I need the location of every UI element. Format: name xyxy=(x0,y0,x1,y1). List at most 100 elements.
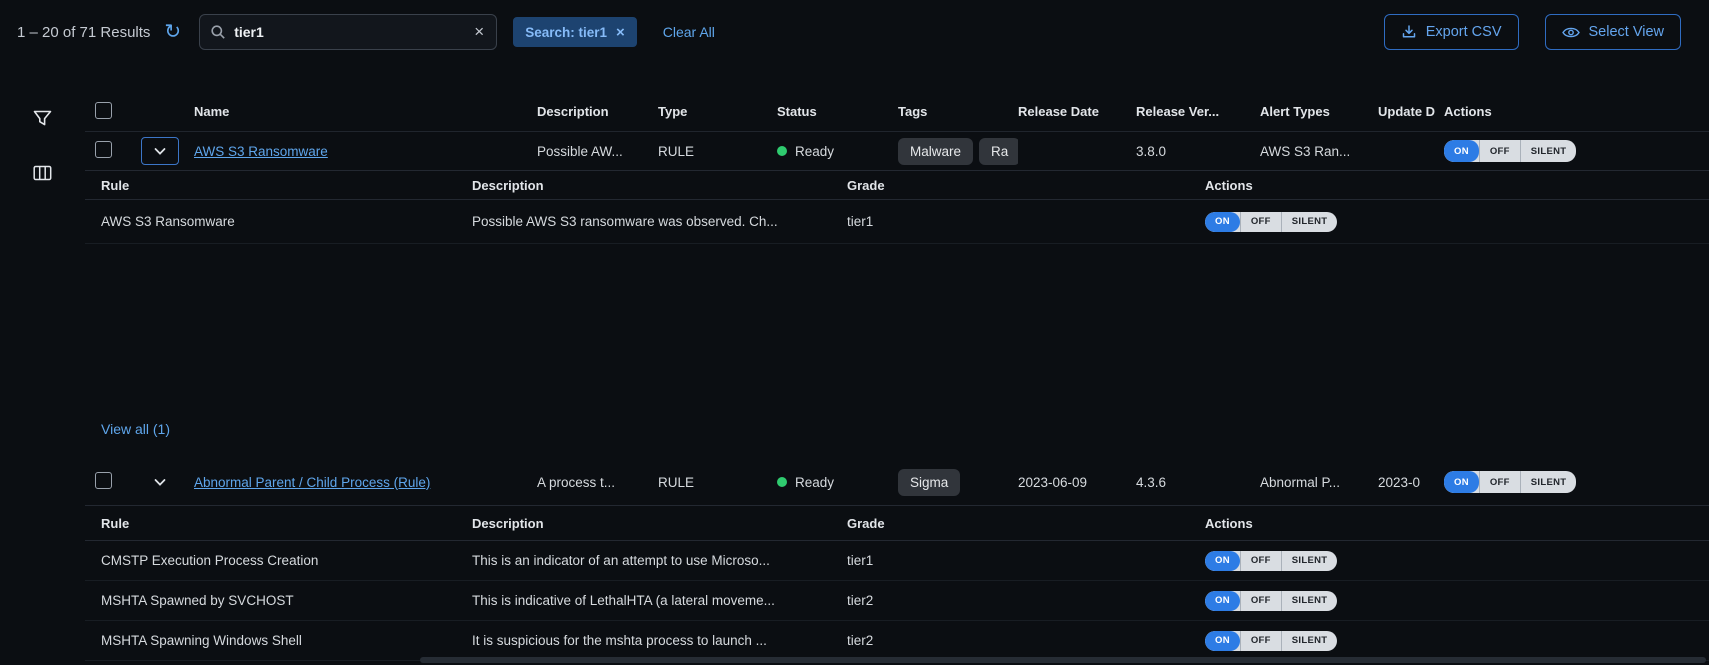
collapse-row-button[interactable] xyxy=(141,468,179,496)
sub-rule-description: Possible AWS S3 ransomware was observed.… xyxy=(472,214,847,229)
export-csv-button[interactable]: Export CSV xyxy=(1384,14,1519,50)
toggle-silent-button[interactable]: SILENT xyxy=(1281,551,1338,571)
rule-name-link[interactable]: Abnormal Parent / Child Process (Rule) xyxy=(194,475,430,490)
column-header-release-date[interactable]: Release Date xyxy=(1018,104,1136,119)
column-header-description[interactable]: Description xyxy=(537,104,658,119)
rule-name-link[interactable]: AWS S3 Ransomware xyxy=(194,144,328,159)
toggle-on-button[interactable]: ON xyxy=(1205,591,1240,611)
rule-status: Ready xyxy=(777,144,898,159)
results-count: 1 – 20 of 71 Results xyxy=(17,24,150,41)
scrollbar-thumb[interactable] xyxy=(420,657,1706,663)
toggle-silent-button[interactable]: SILENT xyxy=(1281,591,1338,611)
column-header-alert-types[interactable]: Alert Types xyxy=(1260,104,1378,119)
horizontal-scrollbar[interactable] xyxy=(85,655,1709,665)
toggle-off-button[interactable]: OFF xyxy=(1479,140,1520,162)
table-row: AWS S3 Ransomware Possible AW... RULE Re… xyxy=(85,132,1709,170)
chevron-down-icon xyxy=(154,147,166,156)
row-checkbox[interactable] xyxy=(95,141,112,158)
sub-rule-grade: tier1 xyxy=(847,553,1205,568)
row-checkbox[interactable] xyxy=(95,472,112,489)
column-header-release-version[interactable]: Release Ver... xyxy=(1136,104,1260,119)
toggle-off-button[interactable]: OFF xyxy=(1240,631,1281,651)
table-tools-sidebar xyxy=(0,64,85,661)
sub-rule-row: AWS S3 Ransomware Possible AWS S3 ransom… xyxy=(85,200,1709,244)
rule-description: A process t... xyxy=(537,475,658,490)
eye-icon xyxy=(1562,26,1580,39)
status-label: Ready xyxy=(795,144,834,159)
column-header-tags[interactable]: Tags xyxy=(898,104,1018,119)
collapse-row-button[interactable] xyxy=(141,137,179,165)
sub-rule-name: AWS S3 Ransomware xyxy=(101,214,472,229)
content-area: Name Description Type Status Tags Releas… xyxy=(0,64,1709,661)
column-header-status[interactable]: Status xyxy=(777,104,898,119)
sub-rule-row: CMSTP Execution Process Creation This is… xyxy=(85,541,1709,581)
clear-all-link[interactable]: Clear All xyxy=(663,24,715,40)
export-csv-label: Export CSV xyxy=(1426,24,1502,40)
toggle-on-button[interactable]: ON xyxy=(1444,140,1479,162)
toggle-off-button[interactable]: OFF xyxy=(1240,551,1281,571)
toggle-silent-button[interactable]: SILENT xyxy=(1520,471,1577,493)
sub-column-header-rule: Rule xyxy=(101,178,472,193)
update-date: 2023-0 xyxy=(1378,475,1444,490)
alert-types: Abnormal P... xyxy=(1260,475,1378,490)
rule-tags: Sigma xyxy=(898,469,1018,496)
view-all-link[interactable]: View all (1) xyxy=(101,421,170,441)
sub-column-header-actions: Actions xyxy=(1205,178,1709,193)
rule-type: RULE xyxy=(658,144,777,159)
tag-chip[interactable]: Sigma xyxy=(898,469,960,496)
toggle-off-button[interactable]: OFF xyxy=(1479,471,1520,493)
tag-chip[interactable]: Malware xyxy=(898,138,973,165)
release-version: 3.8.0 xyxy=(1136,144,1260,159)
column-header-name[interactable]: Name xyxy=(194,104,537,119)
search-input[interactable] xyxy=(234,24,472,40)
toolbar: 1 – 20 of 71 Results ↻ × Search: tier1 ×… xyxy=(0,0,1709,64)
rule-type: RULE xyxy=(658,475,777,490)
toggle-on-button[interactable]: ON xyxy=(1444,471,1479,493)
sub-rule-description: It is suspicious for the mshta process t… xyxy=(472,633,847,648)
column-header-type[interactable]: Type xyxy=(658,104,777,119)
rules-table: Name Description Type Status Tags Releas… xyxy=(85,64,1709,661)
table-row: Abnormal Parent / Child Process (Rule) A… xyxy=(85,459,1709,505)
sub-column-header-grade: Grade xyxy=(847,178,1205,193)
clear-search-icon[interactable]: × xyxy=(472,22,486,42)
tag-chip[interactable]: Ra xyxy=(979,138,1018,165)
toggle-off-button[interactable]: OFF xyxy=(1240,591,1281,611)
rule-state-toggle: ON OFF SILENT xyxy=(1444,140,1576,162)
select-all-checkbox[interactable] xyxy=(95,102,112,119)
toggle-on-button[interactable]: ON xyxy=(1205,212,1240,232)
sub-rule-description: This is indicative of LethalHTA (a later… xyxy=(472,593,847,608)
panel-empty-space xyxy=(85,244,1709,421)
columns-icon[interactable] xyxy=(33,165,52,181)
rule-tags: Malware Ra xyxy=(898,138,1018,165)
filter-icon[interactable] xyxy=(33,110,52,127)
rule-state-toggle: ON OFF SILENT xyxy=(1205,551,1337,571)
expanded-rules-panel: Rule Description Grade Actions AWS S3 Ra… xyxy=(85,170,1709,441)
toggle-silent-button[interactable]: SILENT xyxy=(1520,140,1577,162)
toggle-on-button[interactable]: ON xyxy=(1205,551,1240,571)
toggle-silent-button[interactable]: SILENT xyxy=(1281,212,1338,232)
status-ready-dot xyxy=(777,477,787,487)
filter-chip-label: Search: tier1 xyxy=(525,25,607,40)
sub-table-header-row: Rule Description Grade Actions xyxy=(85,170,1709,200)
toggle-off-button[interactable]: OFF xyxy=(1240,212,1281,232)
release-date: 2023-06-09 xyxy=(1018,475,1136,490)
remove-filter-icon[interactable]: × xyxy=(616,24,625,41)
toggle-silent-button[interactable]: SILENT xyxy=(1281,631,1338,651)
rule-status: Ready xyxy=(777,475,898,490)
search-icon xyxy=(210,24,226,40)
status-label: Ready xyxy=(795,475,834,490)
sub-column-header-actions: Actions xyxy=(1205,516,1709,531)
download-icon xyxy=(1401,24,1417,40)
sub-rule-row: MSHTA Spawned by SVCHOST This is indicat… xyxy=(85,581,1709,621)
sub-column-header-description: Description xyxy=(472,178,847,193)
sub-rule-grade: tier1 xyxy=(847,214,1205,229)
select-view-label: Select View xyxy=(1589,24,1665,40)
refresh-icon[interactable]: ↻ xyxy=(164,22,181,42)
toggle-on-button[interactable]: ON xyxy=(1205,631,1240,651)
column-header-update-date[interactable]: Update D xyxy=(1378,104,1444,119)
sub-column-header-rule: Rule xyxy=(101,516,472,531)
search-box[interactable]: × xyxy=(199,14,497,50)
column-header-actions: Actions xyxy=(1444,104,1709,119)
select-view-button[interactable]: Select View xyxy=(1545,14,1682,50)
filter-chip-search-tier1[interactable]: Search: tier1 × xyxy=(513,17,637,47)
